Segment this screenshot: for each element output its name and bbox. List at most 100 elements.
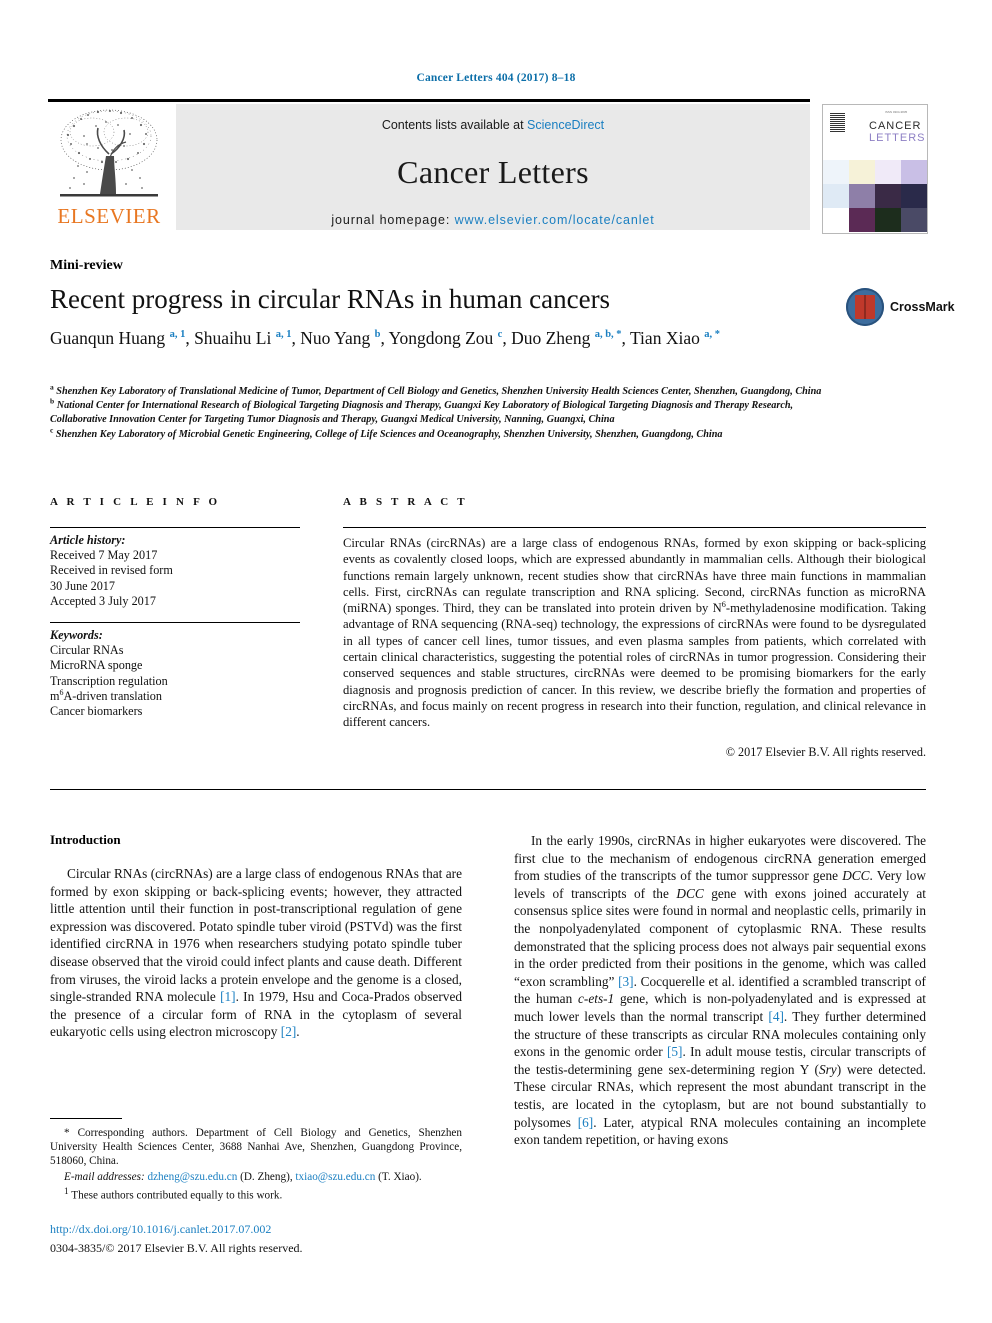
gene-dcc-1: DCC [842,868,870,884]
contents-prefix: Contents lists available at [381,118,528,132]
article-type-label: Mini-review [50,258,123,273]
journal-title: Cancer Letters [397,154,589,190]
cover-title: CANCER LETTERS [869,120,926,144]
author-separator: , [621,328,630,348]
email-label: E-mail addresses: [64,1170,145,1183]
intro-paragraph-left: Circular RNAs (circRNAs) are a large cla… [50,865,462,1041]
citation-ref-6[interactable]: [6] [578,1115,594,1130]
keyword-item: m6A-driven translation [50,687,162,703]
keyword-item: Circular RNAs [50,643,124,658]
article-history-item: Accepted 3 July 2017 [50,593,156,608]
intro-left-text-c: . [296,1024,300,1040]
keyword-items: Circular RNAs MicroRNA sponge Transcriptio… [50,643,300,719]
article-info-column: Article history: Received 7 May 2017 Rece… [50,527,300,719]
article-history-items: Received 7 May 2017 Received in revised f… [50,548,300,609]
journal-masthead: ELSEVIER Contents lists available at Sci… [48,104,810,230]
journal-cover-thumbnail: ISSN 0304-3835 CANCER LETTERS [822,104,928,234]
affiliation-item: b National Center for International Rese… [50,398,840,427]
author-affiliation-mark: a, 1 [169,329,186,341]
author-separator: , [502,328,512,348]
author-name: Shuaihu Li [194,328,276,348]
crossmark-circle-icon [846,288,884,326]
author-name: Yongdong Zou [388,328,498,348]
article-history-label: Article history: [50,533,126,547]
abstract-text: Circular RNAs (circRNAs) are a large cla… [343,528,926,731]
email-link-2[interactable]: txiao@szu.edu.cn [295,1171,375,1183]
body-column-right: In the early 1990s, circRNAs in higher e… [514,832,926,1149]
abstract-part2: -methyladenosine modification. Taking ad… [343,601,926,730]
cover-issn-text: ISSN 0304-3835 [885,110,908,114]
author-affiliation-mark: a, * [704,329,720,341]
elsevier-tree-icon [60,109,158,197]
keyword-item: MicroRNA sponge [50,658,143,673]
running-head: Cancer Letters 404 (2017) 8–18 [416,72,576,84]
gene-c-ets-1: c-ets-1 [578,991,615,1007]
contents-available-line: Contents lists available at ScienceDirec… [176,118,810,132]
keywords-block: Keywords: Circular RNAs MicroRNA sponge Tr… [50,623,300,719]
paper-page: Cancer Letters 404 (2017) 8–18 ELSEVIER … [0,0,992,1323]
footnote-rule [50,1118,122,1119]
gene-sry: Sry [818,1061,837,1077]
email-link-1[interactable]: dzheng@szu.edu.cn [147,1171,237,1183]
corresponding-author-note: * Corresponding authors. Department of C… [50,1127,462,1168]
affiliation-text: National Center for International Resear… [50,400,794,426]
email-note: E-mail addresses: dzheng@szu.edu.cn (D. … [50,1170,462,1184]
citation-ref-5[interactable]: [5] [667,1044,683,1059]
masthead-top-rule [48,99,810,102]
citation-ref-3[interactable]: [3] [618,974,634,989]
keywords-label: Keywords: [50,628,103,643]
cover-title-line2: LETTERS [869,132,926,144]
affiliation-text: Shenzhen Key Laboratory of Microbial Gen… [53,428,723,440]
crossmark-badge[interactable]: CrossMark [846,288,955,332]
cover-barcode-icon [830,113,845,132]
body-column-left: Introduction Circular RNAs (circRNAs) ar… [50,832,462,1041]
citation-ref-4[interactable]: [4] [768,1009,784,1024]
author-name: Nuo Yang [300,328,375,348]
doi-link[interactable]: http://dx.doi.org/10.1016/j.canlet.2017.… [50,1222,271,1237]
article-history-block: Article history: Received 7 May 2017 Rece… [50,528,300,609]
author-separator: , [291,328,301,348]
author-name: Duo Zheng [511,328,595,348]
issn-copyright-line: 0304-3835/© 2017 Elsevier B.V. All right… [50,1241,303,1255]
author-affiliation-mark: a, b, * [594,329,622,341]
author-name: Tian Xiao [629,328,705,348]
article-info-heading: A R T I C L E I N F O [50,496,221,508]
introduction-heading: Introduction [50,832,121,847]
crossmark-book-icon [855,295,875,319]
author-name: Guanqun Huang [50,328,170,348]
keyword-item: Cancer biomarkers [50,704,143,719]
gene-dcc-2: DCC [676,885,704,901]
intro-paragraph-right: In the early 1990s, circRNAs in higher e… [514,832,926,1149]
page-title: Recent progress in circular RNAs in huma… [50,284,611,314]
abstract-copyright: © 2017 Elsevier B.V. All rights reserved… [725,744,926,759]
sciencedirect-link[interactable]: ScienceDirect [527,118,604,132]
intro-left-text-a: Circular RNAs (circRNAs) are a large cla… [50,866,462,1005]
elsevier-logo: ELSEVIER [48,104,170,230]
citation-ref-1[interactable]: [1] [220,989,236,1004]
elsevier-wordmark: ELSEVIER [57,204,161,228]
article-history-item: Received 7 May 2017 [50,548,158,563]
author-separator: , [185,328,195,348]
abstract-bottom-rule [50,789,926,790]
affiliation-item: c Shenzhen Key Laboratory of Microbial G… [50,426,840,442]
affiliation-list: a Shenzhen Key Laboratory of Translation… [50,383,840,442]
cover-title-line1: CANCER [869,120,922,132]
keyword-item: Transcription regulation [50,673,168,688]
affiliation-item: a Shenzhen Key Laboratory of Translation… [50,383,840,399]
cover-image-grid [823,160,927,233]
homepage-prefix: journal homepage: [331,213,455,227]
abstract-heading: A B S T R A C T [343,496,468,508]
author-list: Guanqun Huang a, 1, Shuaihu Li a, 1, Nuo… [50,326,830,351]
journal-band: Contents lists available at ScienceDirec… [176,104,810,230]
article-history-item: 30 June 2017 [50,578,115,593]
journal-homepage-link[interactable]: www.elsevier.com/locate/canlet [455,213,655,227]
author-affiliation-mark: a, 1 [275,329,292,341]
equal-contribution-note: 1 These authors contributed equally to t… [50,1185,462,1203]
footnote-block: * Corresponding authors. Department of C… [50,1126,462,1204]
article-history-item: Received in revised form [50,563,173,578]
citation-ref-2[interactable]: [2] [281,1024,297,1039]
author-separator: , [380,328,389,348]
abstract-column: Circular RNAs (circRNAs) are a large cla… [343,527,926,760]
affiliation-text: Shenzhen Key Laboratory of Translational… [53,386,822,397]
email-who-2: (T. Xiao). [375,1170,422,1183]
